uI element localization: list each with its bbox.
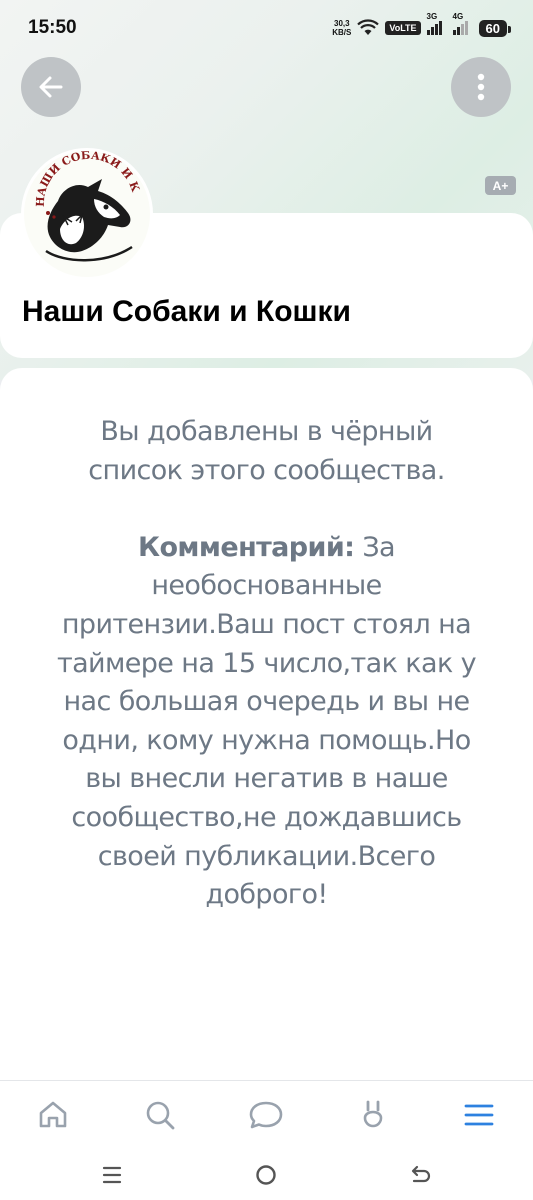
recents-button[interactable] — [97, 1160, 127, 1190]
signal-sim2-icon: 4G — [452, 12, 473, 35]
system-home-button[interactable] — [251, 1160, 281, 1190]
back-icon — [411, 1165, 431, 1183]
status-time: 15:50 — [28, 17, 77, 38]
volte-badge: VoLTE — [385, 21, 421, 35]
home-circle-icon — [256, 1165, 276, 1185]
comment-text: За необоснованные притензии.Ваш пост сто… — [56, 531, 477, 911]
menu-icon — [464, 1104, 494, 1126]
back-button[interactable] — [21, 57, 81, 117]
comment-label: Комментарий: — [138, 531, 355, 563]
bottom-tab-bar — [0, 1080, 533, 1149]
network-speed-unit: KB/S — [332, 28, 352, 37]
system-back-button[interactable] — [405, 1160, 435, 1190]
tab-menu[interactable] — [459, 1095, 499, 1135]
font-size-badge[interactable]: A+ — [485, 176, 516, 195]
more-options-button[interactable] — [451, 57, 511, 117]
home-icon — [39, 1101, 67, 1128]
services-icon — [363, 1100, 383, 1128]
tab-home[interactable] — [33, 1095, 73, 1135]
blacklist-message: Вы добавлены в чёрный список этого сообщ… — [55, 413, 478, 915]
wifi-icon — [357, 19, 380, 35]
tab-search[interactable] — [140, 1095, 180, 1135]
community-avatar[interactable]: НАШИ СОБАКИ И КОШКИ — [21, 148, 153, 280]
messages-icon — [249, 1101, 283, 1129]
signal-sim2-label: 4G — [452, 12, 464, 21]
arrow-left-icon — [39, 76, 63, 98]
community-logo: НАШИ СОБАКИ И КОШКИ — [24, 151, 142, 262]
recents-icon — [102, 1166, 122, 1184]
search-icon — [146, 1101, 175, 1130]
vertical-dots-icon — [477, 73, 485, 101]
tab-services[interactable] — [353, 1095, 393, 1135]
status-bar: 15:50 30,3 KB/S VoLTE 3G 4G 60 — [0, 0, 533, 56]
admin-comment: Комментарий: За необоснованные притензии… — [55, 529, 478, 915]
status-icons: 30,3 KB/S VoLTE 3G 4G 60 — [332, 12, 512, 39]
network-speed: 30,3 KB/S — [332, 19, 351, 37]
tab-messages[interactable] — [246, 1095, 286, 1135]
signal-sim1-label: 3G — [426, 12, 438, 21]
network-speed-value: 30,3 — [334, 19, 350, 28]
battery-icon: 60 — [478, 19, 512, 37]
system-navigation-bar — [0, 1148, 533, 1200]
signal-sim1-icon: 3G — [426, 12, 447, 35]
community-title: Наши Собаки и Кошки — [22, 295, 352, 328]
blacklist-notice: Вы добавлены в чёрный список этого сообщ… — [88, 416, 445, 486]
